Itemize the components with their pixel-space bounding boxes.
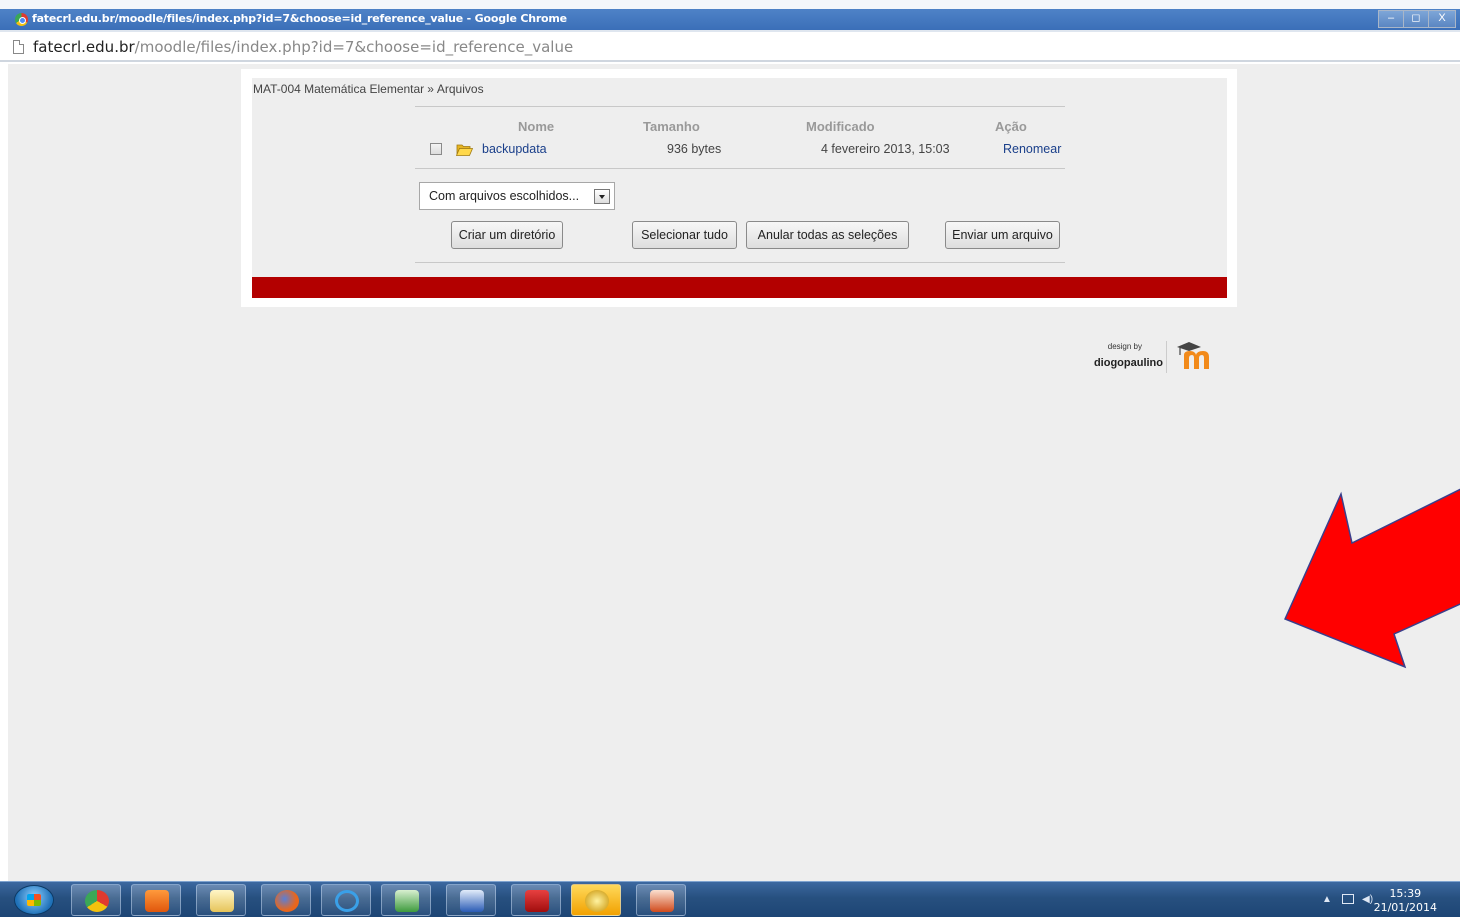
internet-explorer-icon	[335, 890, 359, 912]
url-path: /moodle/files/index.php?id=7&choose=id_r…	[134, 38, 574, 56]
design-by-label: design by	[1107, 342, 1142, 351]
clock[interactable]: 15:39 21/01/2014	[1374, 887, 1437, 915]
minimize-button[interactable]: –	[1378, 10, 1404, 28]
deselect-all-button[interactable]: Anular todas as seleções	[746, 221, 909, 249]
column-header-modified[interactable]: Modificado	[806, 119, 875, 134]
taskbar-file-explorer[interactable]	[196, 884, 246, 916]
acrobat-icon	[525, 890, 549, 912]
clock-date: 21/01/2014	[1373, 901, 1437, 914]
clock-time: 15:39	[1389, 887, 1422, 900]
breadcrumb-current: Arquivos	[436, 82, 484, 96]
taskbar-excel[interactable]	[381, 884, 431, 916]
rename-link[interactable]: Renomear	[1003, 142, 1061, 156]
chrome-icon	[15, 13, 28, 26]
breadcrumb-separator: »	[427, 82, 434, 96]
system-tray: ▲ ◀) 15:39 21/01/2014	[1290, 882, 1460, 917]
chevron-down-icon[interactable]	[594, 189, 610, 204]
volume-icon[interactable]: ◀)	[1362, 894, 1374, 906]
taskbar-word[interactable]	[446, 884, 496, 916]
media-player-icon	[145, 890, 169, 912]
taskbar-powerpoint[interactable]	[636, 884, 686, 916]
file-name-link[interactable]: backupdata	[482, 142, 547, 156]
footer-bar	[252, 277, 1227, 298]
window-title-bar: fatecrl.edu.br/moodle/files/index.php?id…	[0, 0, 1460, 32]
taskbar-firefox[interactable]	[261, 884, 311, 916]
page-icon	[13, 40, 24, 54]
word-icon	[460, 890, 484, 912]
red-arrow-icon	[1284, 488, 1460, 669]
file-modified: 4 fevereiro 2013, 15:03	[821, 142, 950, 156]
table-top-rule	[415, 106, 1065, 107]
page-viewport: MAT-004 Matemática Elementar» Arquivos No…	[8, 64, 1460, 882]
url-host: fatecrl.edu.br	[33, 38, 135, 56]
app-yellow-icon	[585, 890, 609, 912]
folder-icon	[456, 144, 473, 156]
powerpoint-icon	[650, 890, 674, 912]
excel-icon	[395, 890, 419, 912]
table-row-rule	[415, 168, 1065, 169]
chrome-icon	[85, 890, 109, 912]
network-icon[interactable]	[1342, 894, 1354, 904]
window-title: fatecrl.edu.br/moodle/files/index.php?id…	[32, 12, 567, 25]
designer-name: diogopaulino	[1093, 357, 1163, 369]
folder-icon	[210, 890, 234, 912]
address-bar[interactable]: fatecrl.edu.br/moodle/files/index.php?id…	[0, 32, 1460, 62]
column-header-action: Ação	[995, 119, 1027, 134]
start-button[interactable]	[14, 885, 54, 915]
file-size: 936 bytes	[667, 142, 722, 156]
column-header-name[interactable]: Nome	[518, 119, 554, 134]
close-button[interactable]: X	[1428, 10, 1456, 28]
taskbar-app-yellow[interactable]	[571, 884, 621, 916]
maximize-button[interactable]: ◻	[1403, 10, 1429, 28]
select-all-button[interactable]: Selecionar tudo	[632, 221, 737, 249]
taskbar-acrobat[interactable]	[511, 884, 561, 916]
moodle-logo-icon	[1177, 342, 1209, 369]
page-card: MAT-004 Matemática Elementar» Arquivos No…	[241, 69, 1237, 307]
breadcrumb-course[interactable]: MAT-004 Matemática Elementar	[253, 82, 424, 96]
credit-divider	[1166, 341, 1167, 373]
taskbar-internet-explorer[interactable]	[321, 884, 371, 916]
firefox-icon	[275, 890, 299, 912]
show-hidden-icons-icon[interactable]: ▲	[1322, 894, 1334, 906]
upload-file-button[interactable]: Enviar um arquivo	[945, 221, 1060, 249]
url-text[interactable]: fatecrl.edu.br/moodle/files/index.php?id…	[33, 38, 573, 56]
taskbar: ▲ ◀) 15:39 21/01/2014	[0, 881, 1460, 917]
create-directory-button[interactable]: Criar um diretório	[451, 221, 563, 249]
breadcrumb: MAT-004 Matemática Elementar» Arquivos	[253, 82, 484, 96]
with-selected-files-select[interactable]: Com arquivos escolhidos...	[419, 182, 615, 210]
column-header-size[interactable]: Tamanho	[643, 119, 700, 134]
design-credit: design by diogopaulino	[1085, 339, 1235, 379]
taskbar-media-player[interactable]	[131, 884, 181, 916]
table-bottom-rule	[415, 262, 1065, 263]
row-checkbox[interactable]	[430, 143, 442, 155]
select-value: Com arquivos escolhidos...	[429, 189, 580, 203]
page-content: MAT-004 Matemática Elementar» Arquivos No…	[252, 78, 1227, 298]
taskbar-chrome[interactable]	[71, 884, 121, 916]
